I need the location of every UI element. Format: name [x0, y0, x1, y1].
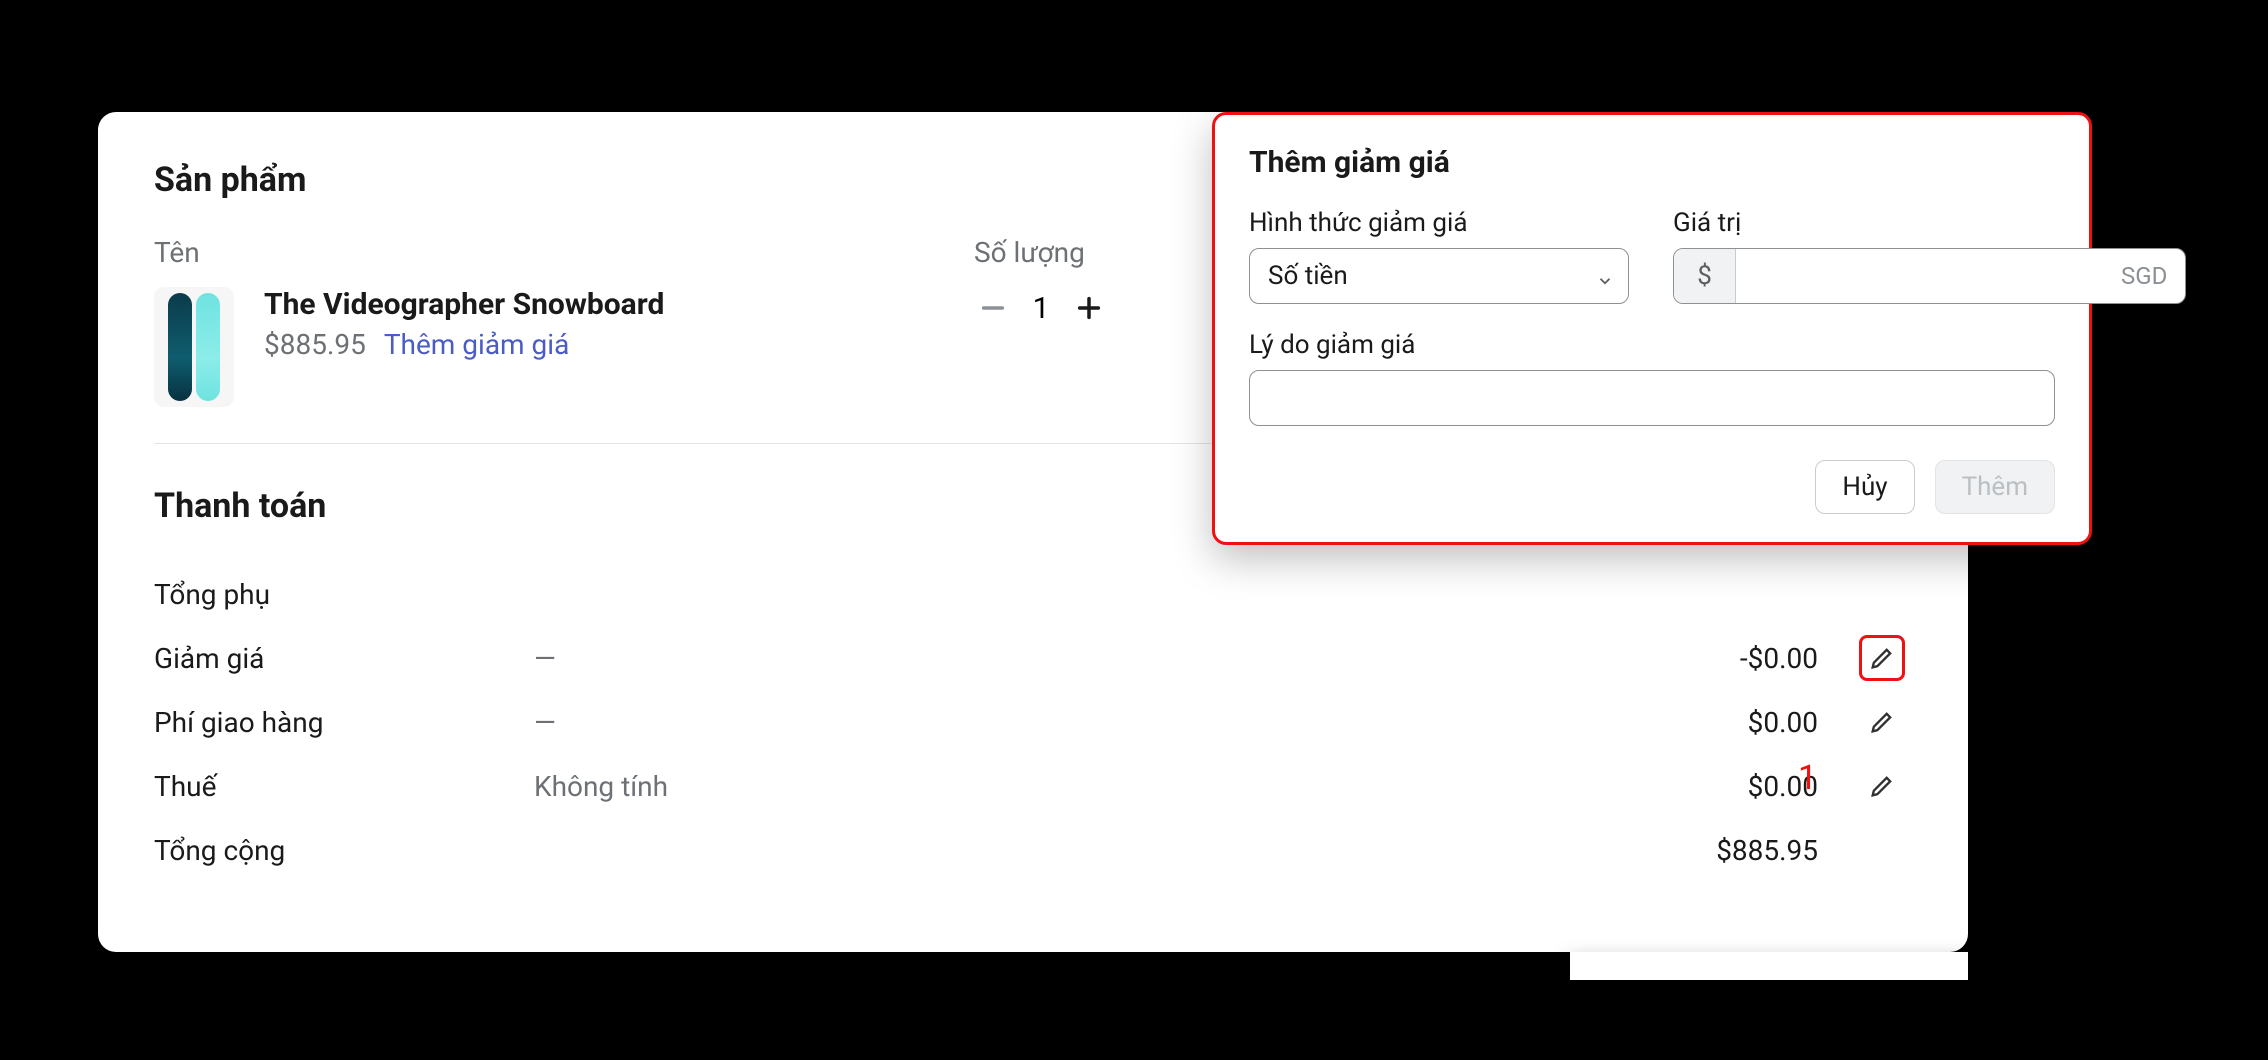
shipping-mid: —: [534, 706, 974, 739]
total-value: $885.95: [974, 834, 1852, 867]
discount-reason-input[interactable]: [1249, 370, 2055, 426]
quantity-increase-button[interactable]: [1070, 289, 1108, 327]
add-button[interactable]: Thêm: [1935, 460, 2055, 514]
row-shipping: Phí giao hàng — $0.00: [154, 690, 1912, 754]
popover-title: Thêm giảm giá: [1249, 145, 2055, 180]
column-quantity: Số lượng: [974, 236, 1234, 269]
annotation-1: 1: [1798, 758, 1817, 798]
discount-value-input-wrap: $ SGD: [1673, 248, 2186, 304]
discount-mid: —: [534, 642, 974, 675]
row-tax: Thuế Không tính $0.00: [154, 754, 1912, 818]
discount-value-input[interactable]: [1736, 249, 2103, 303]
edit-tax-button[interactable]: [1859, 763, 1905, 809]
shipping-label: Phí giao hàng: [154, 706, 534, 739]
tax-value: $0.00: [974, 770, 1852, 803]
popover-fields: Hình thức giảm giá Số tiền Giá trị $ SGD: [1249, 208, 2055, 304]
total-label: Tổng cộng: [154, 834, 534, 867]
row-total: Tổng cộng $885.95: [154, 818, 1912, 882]
snowboard-icon: [196, 293, 220, 401]
payment-section: Thanh toán Tổng phụ Giảm giá — -$0.00 Ph…: [154, 486, 1912, 882]
column-name: Tên: [154, 236, 974, 269]
plus-icon: [1075, 294, 1103, 322]
popover-actions: Hủy Thêm: [1249, 460, 2055, 514]
subtotal-label: Tổng phụ: [154, 578, 534, 611]
pencil-icon: [1868, 772, 1896, 800]
chevron-down-icon: [1596, 267, 1614, 285]
product-info: The Videographer Snowboard $885.95 Thêm …: [264, 287, 974, 361]
currency-symbol: $: [1674, 249, 1736, 303]
discount-type-value: Số tiền: [1268, 261, 1348, 291]
row-subtotal: Tổng phụ: [154, 562, 1912, 626]
add-line-discount-link[interactable]: Thêm giảm giá: [384, 328, 570, 361]
quantity-value: 1: [1030, 291, 1052, 326]
discount-value: -$0.00: [974, 642, 1852, 675]
product-thumbnail: [154, 287, 234, 407]
quantity-decrease-button[interactable]: [974, 289, 1012, 327]
product-subline: $885.95 Thêm giảm giá: [264, 328, 974, 361]
product-price: $885.95: [264, 328, 366, 361]
minus-icon: [979, 294, 1007, 322]
shipping-value: $0.00: [974, 706, 1852, 739]
edit-discount-button[interactable]: [1859, 635, 1905, 681]
discount-type-label: Hình thức giảm giá: [1249, 208, 1629, 238]
add-discount-popover: Thêm giảm giá Hình thức giảm giá Số tiền…: [1212, 112, 2092, 545]
discount-value-field: Giá trị $ SGD: [1673, 208, 2186, 304]
pencil-icon: [1868, 708, 1896, 736]
discount-type-field: Hình thức giảm giá Số tiền: [1249, 208, 1629, 304]
discount-label: Giảm giá: [154, 642, 534, 675]
tax-label: Thuế: [154, 770, 534, 803]
row-discount: Giảm giá — -$0.00: [154, 626, 1912, 690]
discount-reason-label: Lý do giảm giá: [1249, 330, 2055, 360]
pencil-icon: [1868, 644, 1896, 672]
tax-mid: Không tính: [534, 770, 974, 803]
snowboard-icon: [168, 293, 192, 401]
quantity-stepper: 1: [974, 287, 1234, 327]
discount-value-label: Giá trị: [1673, 208, 2186, 238]
discount-type-select[interactable]: Số tiền: [1249, 248, 1629, 304]
cancel-button[interactable]: Hủy: [1815, 460, 1914, 514]
edit-shipping-button[interactable]: [1859, 699, 1905, 745]
decorative-shadow: [1570, 952, 1968, 980]
product-name: The Videographer Snowboard: [264, 287, 974, 322]
currency-code: SGD: [2103, 249, 2185, 303]
